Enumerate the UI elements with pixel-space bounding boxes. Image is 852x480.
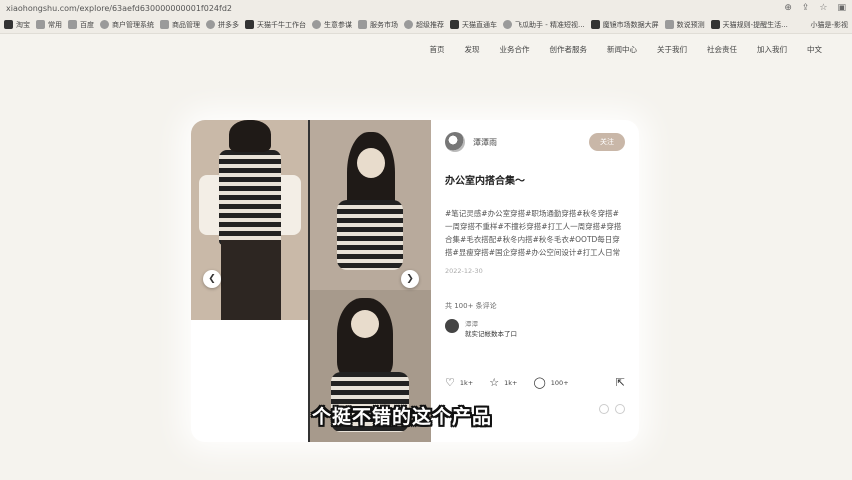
video-subtitle: 个挺不错的这个产品: [312, 406, 493, 428]
bookmarks-bar: 淘宝 常用 百度 商户管理系统 商品管理 拼多多 天猫千牛工作台 生意参谋 服务…: [0, 16, 852, 34]
note-info-panel: 潭潭雨 关注 办公室内搭合集～ #笔记灵感#办公室穿搭#职场通勤穿搭#秋冬穿搭#…: [431, 120, 639, 442]
follow-button[interactable]: 关注: [589, 133, 625, 151]
bookmark[interactable]: 商品管理: [160, 20, 200, 30]
mention-icon[interactable]: [599, 404, 609, 414]
bookmark[interactable]: 常用: [36, 20, 62, 30]
carousel-prev-button[interactable]: ❮: [203, 270, 221, 288]
bookmark-icon: [590, 20, 600, 29]
bookmark[interactable]: 商户管理系统: [100, 20, 154, 30]
emoji-icon[interactable]: [615, 404, 625, 414]
note-modal: ❮ ❯ 潭潭雨 关注 办公室内搭合集～ #笔记灵感#办公室穿搭#职场通勤穿搭#秋…: [191, 120, 639, 442]
bookmark[interactable]: 天猫千牛工作台: [245, 20, 306, 30]
bookmark[interactable]: 魔镜市场数据大屏: [590, 20, 659, 30]
heart-icon[interactable]: ♡: [445, 376, 455, 389]
note-media-carousel[interactable]: ❮ ❯: [191, 120, 431, 442]
bookmark-icon: [664, 20, 674, 29]
bookmark[interactable]: 天猫直通车: [450, 20, 497, 30]
bookmark[interactable]: 生意参谋: [312, 20, 352, 30]
comment-count: 共 100+ 条评论: [445, 302, 497, 310]
bookmark-icon: [245, 20, 254, 29]
bookmark-icon: [206, 20, 215, 29]
bookmark[interactable]: 拼多多: [206, 20, 239, 30]
author-row: 潭潭雨 关注: [445, 132, 625, 152]
note-title: 办公室内搭合集～: [445, 176, 525, 187]
bookmark[interactable]: 淘宝: [4, 20, 30, 30]
bookmark[interactable]: 数说预测: [664, 20, 705, 30]
nav-explore[interactable]: 发现: [455, 40, 490, 60]
bookmark-icon: [4, 20, 13, 29]
share-icon[interactable]: ⇱: [616, 376, 625, 389]
bookmarks-overflow[interactable]: 小猫是-影视: [810, 20, 848, 30]
bookmark[interactable]: 百度: [68, 20, 94, 30]
bookmark-icon: [358, 20, 367, 29]
chevron-right-icon: ❯: [406, 274, 414, 284]
comment-text: 就实记帐数本了口: [465, 330, 517, 338]
nav-home[interactable]: 首页: [420, 40, 455, 60]
bookmark[interactable]: 飞瓜助手 - 精准短视...: [503, 20, 585, 30]
site-nav: 首页 发现 业务合作 创作者服务 新闻中心 关于我们 社会责任 加入我们 中文: [420, 40, 833, 60]
nav-about[interactable]: 关于我们: [647, 40, 697, 60]
collect-count: 1k+: [504, 378, 518, 387]
note-date: 2022-12-30: [445, 267, 483, 275]
bookmark[interactable]: 服务市场: [358, 20, 398, 30]
commenter-name[interactable]: 潭潭: [465, 319, 517, 329]
bookmark-icon: [503, 20, 512, 29]
address-bar[interactable]: xiaohongshu.com/explore/63aefd6300000000…: [0, 0, 852, 16]
bookmark[interactable]: 天猫规则-提醒生活...: [710, 20, 788, 30]
bookmark-icon: [160, 20, 169, 29]
bookmark-icon: [36, 20, 45, 29]
bookmark-icon: [312, 20, 321, 29]
bookmark-icon: [404, 20, 413, 29]
comment-item: 潭潭 就实记帐数本了口: [445, 319, 625, 339]
comment-bubble-icon[interactable]: ◯: [533, 376, 545, 389]
chevron-left-icon: ❮: [208, 274, 216, 284]
bookmark-icon: [100, 20, 109, 29]
bookmark[interactable]: 超级推荐: [404, 20, 444, 30]
nav-language[interactable]: 中文: [797, 40, 832, 60]
bookmark-icon: [68, 20, 77, 29]
carousel-next-button[interactable]: ❯: [401, 270, 419, 288]
like-count: 1k+: [459, 378, 474, 387]
star-icon[interactable]: ☆: [489, 376, 499, 389]
address-url[interactable]: xiaohongshu.com/explore/63aefd6300000000…: [6, 4, 784, 13]
comment-count-short: 100+: [550, 378, 569, 387]
note-actions: ♡ 1k+ ☆ 1k+ ◯ 100+ ⇱: [445, 376, 625, 389]
note-tags[interactable]: #笔记灵感#办公室穿搭#职场通勤穿搭#秋冬穿搭#一周穿搭不重样#不撞衫穿搭#打工…: [445, 207, 625, 259]
commenter-avatar[interactable]: [445, 319, 459, 333]
nav-responsibility[interactable]: 社会责任: [697, 40, 747, 60]
bookmark-icon: [710, 20, 720, 29]
extensions-icon[interactable]: ▣: [837, 3, 846, 13]
author-name[interactable]: 潭潭雨: [473, 137, 581, 148]
note-photo-1: [191, 120, 309, 320]
nav-business[interactable]: 业务合作: [490, 40, 540, 60]
note-photo-2: [309, 120, 431, 290]
author-avatar[interactable]: [445, 132, 465, 152]
share-icon[interactable]: ⇪: [802, 3, 810, 13]
star-icon[interactable]: ☆: [819, 3, 827, 13]
nav-news[interactable]: 新闻中心: [597, 40, 647, 60]
nav-creator[interactable]: 创作者服务: [540, 40, 598, 60]
zoom-icon[interactable]: ⊕: [784, 3, 792, 13]
bookmark-icon: [450, 20, 459, 29]
nav-join[interactable]: 加入我们: [747, 40, 797, 60]
